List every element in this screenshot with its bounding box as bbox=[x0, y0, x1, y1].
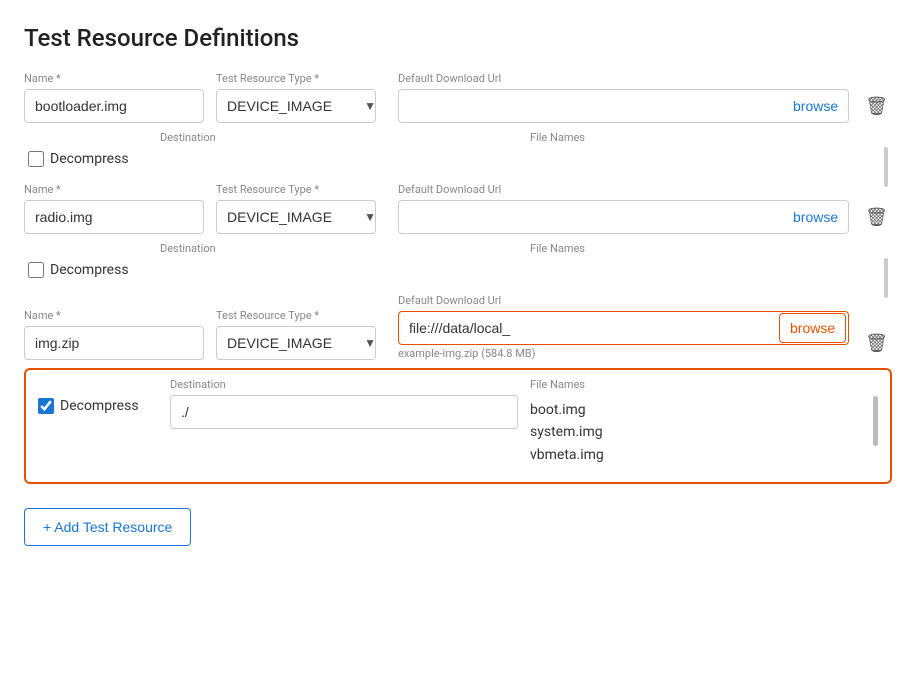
highlighted-decompress-section: Decompress Destination File Names boot.i… bbox=[24, 368, 892, 484]
destination-input-3[interactable] bbox=[170, 395, 518, 429]
decompress-checkbox-2[interactable] bbox=[28, 262, 44, 278]
decompress-label-2: Decompress bbox=[50, 262, 129, 278]
name-input-3[interactable] bbox=[24, 326, 204, 360]
scrollbar-1 bbox=[884, 147, 888, 187]
delete-button-1[interactable]: 🗑 bbox=[861, 90, 892, 123]
decompress-check-2: Decompress bbox=[28, 242, 148, 278]
resource-block-3: Name Test Resource Type DEVICE_IMAGE ▼ D… bbox=[24, 294, 892, 484]
scrollbar-2 bbox=[884, 258, 888, 298]
decompress-label-1: Decompress bbox=[50, 151, 129, 167]
filenames-group-3: File Names boot.imgsystem.imgvbmeta.img bbox=[530, 378, 878, 470]
type-select-wrapper-1[interactable]: DEVICE_IMAGE ▼ bbox=[216, 89, 386, 123]
browse-button-2[interactable]: browse bbox=[783, 201, 848, 233]
filenames-label-2: File Names bbox=[530, 242, 888, 255]
type-field-3: Test Resource Type DEVICE_IMAGE ▼ bbox=[216, 309, 386, 360]
type-label-1: Test Resource Type bbox=[216, 72, 386, 85]
url-label-1: Default Download Url bbox=[398, 72, 849, 85]
name-label-2: Name bbox=[24, 183, 204, 196]
url-input-3[interactable] bbox=[399, 312, 779, 344]
destination-group-2: Destination bbox=[160, 242, 518, 259]
filenames-label-3: File Names bbox=[530, 378, 878, 391]
type-select-wrapper-3[interactable]: DEVICE_IMAGE ▼ bbox=[216, 326, 386, 360]
decompress-row-2: Decompress Destination File Names bbox=[24, 242, 892, 278]
page-title: Test Resource Definitions bbox=[24, 24, 892, 52]
type-select-2[interactable]: DEVICE_IMAGE bbox=[216, 200, 376, 234]
type-label-3: Test Resource Type bbox=[216, 309, 386, 322]
url-input-row-1: browse bbox=[398, 89, 849, 123]
type-select-wrapper-2[interactable]: DEVICE_IMAGE ▼ bbox=[216, 200, 386, 234]
type-select-3[interactable]: DEVICE_IMAGE bbox=[216, 326, 376, 360]
name-field-2: Name bbox=[24, 183, 204, 234]
highlighted-inner: Decompress Destination File Names boot.i… bbox=[38, 378, 878, 470]
url-input-row-3: browse bbox=[398, 311, 849, 345]
name-field-1: Name bbox=[24, 72, 204, 123]
url-label-2: Default Download Url bbox=[398, 183, 849, 196]
url-label-3: Default Download Url bbox=[398, 294, 849, 307]
url-input-row-2: browse bbox=[398, 200, 849, 234]
type-label-2: Test Resource Type bbox=[216, 183, 386, 196]
destination-label-2: Destination bbox=[160, 242, 518, 255]
resource-row-2: Name Test Resource Type DEVICE_IMAGE ▼ D… bbox=[24, 183, 892, 234]
name-input-2[interactable] bbox=[24, 200, 204, 234]
filenames-label-1: File Names bbox=[530, 131, 888, 144]
browse-button-3[interactable]: browse bbox=[779, 313, 846, 343]
decompress-checkbox-1[interactable] bbox=[28, 151, 44, 167]
resource-row-1: Name Test Resource Type DEVICE_IMAGE ▼ D… bbox=[24, 72, 892, 123]
resource-row-3: Name Test Resource Type DEVICE_IMAGE ▼ D… bbox=[24, 294, 892, 360]
type-field-2: Test Resource Type DEVICE_IMAGE ▼ bbox=[216, 183, 386, 234]
name-input-1[interactable] bbox=[24, 89, 204, 123]
decompress-checkbox-3[interactable] bbox=[38, 398, 54, 414]
name-label-1: Name bbox=[24, 72, 204, 85]
delete-button-2[interactable]: 🗑 bbox=[861, 201, 892, 234]
url-field-2: Default Download Url browse bbox=[398, 183, 849, 234]
filenames-group-1: File Names bbox=[530, 131, 888, 148]
url-field-3: Default Download Url browse example-img.… bbox=[398, 294, 849, 360]
url-field-1: Default Download Url browse bbox=[398, 72, 849, 123]
destination-label-1: Destination bbox=[160, 131, 518, 144]
destination-group-1: Destination bbox=[160, 131, 518, 148]
type-field-1: Test Resource Type DEVICE_IMAGE ▼ bbox=[216, 72, 386, 123]
destination-group-3: Destination bbox=[170, 378, 518, 429]
filenames-group-2: File Names bbox=[530, 242, 888, 259]
browse-button-1[interactable]: browse bbox=[783, 90, 848, 122]
name-field-3: Name bbox=[24, 309, 204, 360]
file-size-hint: example-img.zip (584.8 MB) bbox=[398, 347, 849, 360]
url-input-1[interactable] bbox=[399, 90, 783, 122]
resource-block-2: Name Test Resource Type DEVICE_IMAGE ▼ D… bbox=[24, 183, 892, 278]
destination-label-3: Destination bbox=[170, 378, 518, 391]
resource-block-1: Name Test Resource Type DEVICE_IMAGE ▼ D… bbox=[24, 72, 892, 167]
name-label-3: Name bbox=[24, 309, 204, 322]
decompress-row-1: Decompress Destination File Names bbox=[24, 131, 892, 167]
decompress-label-3: Decompress bbox=[60, 398, 139, 414]
delete-button-3[interactable]: 🗑 bbox=[861, 327, 892, 360]
scrollbar-3 bbox=[873, 396, 878, 446]
decompress-check-3: Decompress bbox=[38, 378, 158, 414]
url-input-2[interactable] bbox=[399, 201, 783, 233]
type-select-1[interactable]: DEVICE_IMAGE bbox=[216, 89, 376, 123]
decompress-check-1: Decompress bbox=[28, 131, 148, 167]
filenames-content-3: boot.imgsystem.imgvbmeta.img bbox=[530, 395, 878, 470]
add-resource-button[interactable]: + Add Test Resource bbox=[24, 508, 191, 546]
